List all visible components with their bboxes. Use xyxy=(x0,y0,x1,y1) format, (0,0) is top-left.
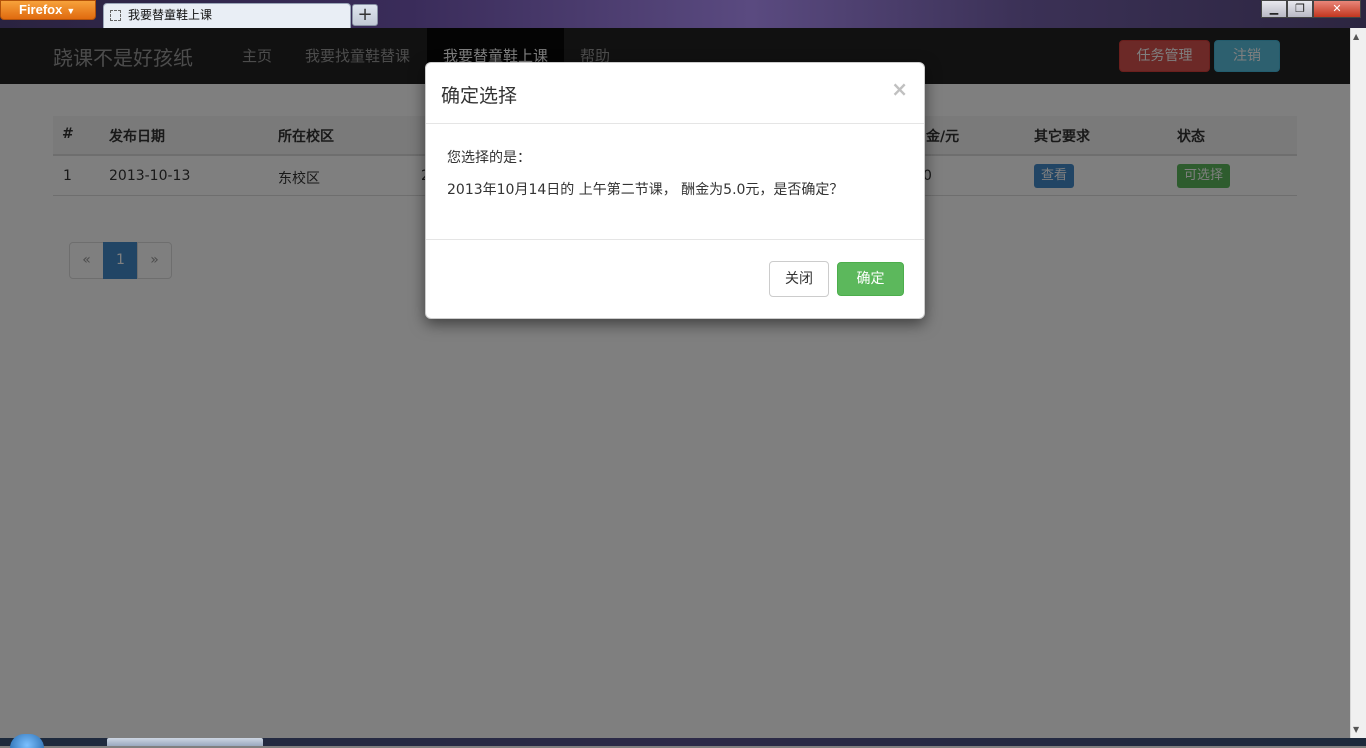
firefox-menu-button[interactable]: Firefox ▼ xyxy=(0,0,96,20)
scroll-down-icon[interactable]: ▼ xyxy=(1353,725,1359,734)
browser-titlebar: Firefox ▼ 我要替童鞋上课 + ▁ ❐ ✕ xyxy=(0,0,1366,28)
confirm-dialog: 确定选择 × 您选择的是： 2013年10月14日的 上午第二节课， 酬金为5.… xyxy=(425,62,925,319)
close-window-icon[interactable]: ✕ xyxy=(1313,0,1361,18)
taskbar-item-firefox[interactable] xyxy=(107,738,263,746)
dialog-title: 确定选择 xyxy=(441,85,518,107)
new-tab-button[interactable]: + xyxy=(352,4,378,26)
scroll-up-icon[interactable]: ▲ xyxy=(1353,32,1359,41)
os-taskbar xyxy=(0,734,1366,748)
firefox-menu-label: Firefox xyxy=(19,2,63,17)
dialog-header: 确定选择 × xyxy=(426,63,924,124)
page-favicon-icon xyxy=(110,10,121,21)
tab-title: 我要替童鞋上课 xyxy=(128,8,213,22)
close-button[interactable]: 关闭 xyxy=(769,261,829,297)
dialog-footer: 关闭 确定 xyxy=(426,239,924,318)
dialog-message-line2: 2013年10月14日的 上午第二节课， 酬金为5.0元，是否确定？ xyxy=(447,182,844,198)
page-viewport: 跷课不是好孩纸 主页 我要找童鞋替课 我要替童鞋上课 帮助 任务管理 注销 # … xyxy=(0,28,1350,738)
browser-tab[interactable]: 我要替童鞋上课 xyxy=(103,3,351,28)
vertical-scrollbar[interactable]: ▲ ▼ xyxy=(1350,28,1366,738)
minimize-icon[interactable]: ▁ xyxy=(1261,0,1287,18)
chevron-down-icon: ▼ xyxy=(66,5,76,16)
maximize-icon[interactable]: ❐ xyxy=(1287,0,1313,18)
close-icon[interactable]: × xyxy=(891,77,908,101)
dialog-message-line1: 您选择的是： xyxy=(447,150,531,166)
confirm-button[interactable]: 确定 xyxy=(837,262,904,296)
